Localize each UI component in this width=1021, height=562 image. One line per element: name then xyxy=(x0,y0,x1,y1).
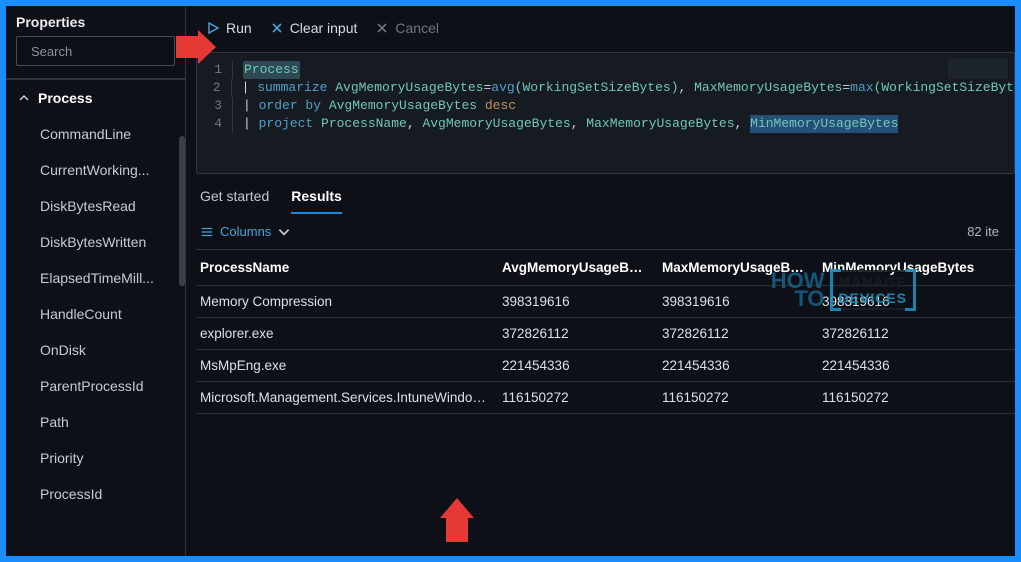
table-row[interactable]: Microsoft.Management.Services.IntuneWind… xyxy=(196,382,1015,414)
cell-avg: 398319616 xyxy=(496,294,656,309)
panel-title: Properties xyxy=(16,14,175,30)
tab-results[interactable]: Results xyxy=(291,188,342,214)
results-tabs: Get started Results xyxy=(186,174,1015,214)
cell-min: 116150272 xyxy=(816,390,986,405)
col-maxmem[interactable]: MaxMemoryUsageByt... xyxy=(656,260,816,275)
search-input[interactable] xyxy=(31,44,207,59)
table-row[interactable]: explorer.exe 372826112 372826112 3728261… xyxy=(196,318,1015,350)
row-count: 82 ite xyxy=(967,224,999,239)
cell-max: 221454336 xyxy=(656,358,816,373)
cell-max: 398319616 xyxy=(656,294,816,309)
columns-button[interactable]: Columns xyxy=(200,224,291,239)
tree-item-diskbytesread[interactable]: DiskBytesRead xyxy=(6,188,185,224)
run-button[interactable]: Run xyxy=(206,20,252,36)
main-pane: Run Clear input Cancel 1Process 2| summa… xyxy=(186,6,1015,556)
cell-avg: 116150272 xyxy=(496,390,656,405)
table-row[interactable]: MsMpEng.exe 221454336 221454336 22145433… xyxy=(196,350,1015,382)
results-table: ProcessName AvgMemoryUsageByt... MaxMemo… xyxy=(196,249,1015,414)
tree-group-process[interactable]: Process xyxy=(6,79,185,116)
play-icon xyxy=(206,21,220,35)
clear-input-button[interactable]: Clear input xyxy=(270,20,358,36)
cell-processname: Memory Compression xyxy=(196,294,496,309)
tree-item-commandline[interactable]: CommandLine xyxy=(6,116,185,152)
columns-icon xyxy=(200,225,214,239)
chevron-down-icon xyxy=(277,225,291,239)
tree-item-processid[interactable]: ProcessId xyxy=(6,476,185,512)
search-box[interactable] xyxy=(16,36,175,66)
editor-minimap[interactable] xyxy=(948,59,1008,79)
query-editor[interactable]: 1Process 2| summarize AvgMemoryUsageByte… xyxy=(196,52,1015,174)
tree-scrollbar[interactable] xyxy=(179,136,185,286)
columns-label: Columns xyxy=(220,224,271,239)
cell-min: 221454336 xyxy=(816,358,986,373)
cell-processname: explorer.exe xyxy=(196,326,496,341)
close-icon xyxy=(375,21,389,35)
cell-min: 398319616 xyxy=(816,294,986,309)
tree-item-ondisk[interactable]: OnDisk xyxy=(6,332,185,368)
tree-item-diskbyteswritten[interactable]: DiskBytesWritten xyxy=(6,224,185,260)
query-text: Process xyxy=(243,61,300,79)
tree-item-priority[interactable]: Priority xyxy=(6,440,185,476)
cell-avg: 221454336 xyxy=(496,358,656,373)
chevron-up-icon xyxy=(18,92,30,104)
cell-processname: Microsoft.Management.Services.IntuneWind… xyxy=(196,390,496,405)
tree-item-elapsedtime[interactable]: ElapsedTimeMill... xyxy=(6,260,185,296)
tree-item-handlecount[interactable]: HandleCount xyxy=(6,296,185,332)
cell-max: 116150272 xyxy=(656,390,816,405)
tree-group-label: Process xyxy=(38,90,92,106)
query-toolbar: Run Clear input Cancel xyxy=(186,6,1015,46)
run-label: Run xyxy=(226,20,252,36)
col-avgmem[interactable]: AvgMemoryUsageByt... xyxy=(496,260,656,275)
col-processname[interactable]: ProcessName xyxy=(196,260,496,275)
property-tree: Process CommandLine CurrentWorking... Di… xyxy=(6,79,185,556)
cell-max: 372826112 xyxy=(656,326,816,341)
tree-item-path[interactable]: Path xyxy=(6,404,185,440)
table-header-row: ProcessName AvgMemoryUsageByt... MaxMemo… xyxy=(196,250,1015,286)
cell-min: 372826112 xyxy=(816,326,986,341)
cancel-button: Cancel xyxy=(375,20,439,36)
col-minmem[interactable]: MinMemoryUsageBytes xyxy=(816,260,986,275)
tab-get-started[interactable]: Get started xyxy=(200,188,269,214)
cell-avg: 372826112 xyxy=(496,326,656,341)
clear-label: Clear input xyxy=(290,20,358,36)
cell-processname: MsMpEng.exe xyxy=(196,358,496,373)
tree-item-parentprocessid[interactable]: ParentProcessId xyxy=(6,368,185,404)
table-row[interactable]: Memory Compression 398319616 398319616 3… xyxy=(196,286,1015,318)
cancel-label: Cancel xyxy=(395,20,439,36)
properties-panel: Properties Process CommandLine CurrentWo… xyxy=(6,6,186,556)
tree-item-currentworking[interactable]: CurrentWorking... xyxy=(6,152,185,188)
close-icon xyxy=(270,21,284,35)
